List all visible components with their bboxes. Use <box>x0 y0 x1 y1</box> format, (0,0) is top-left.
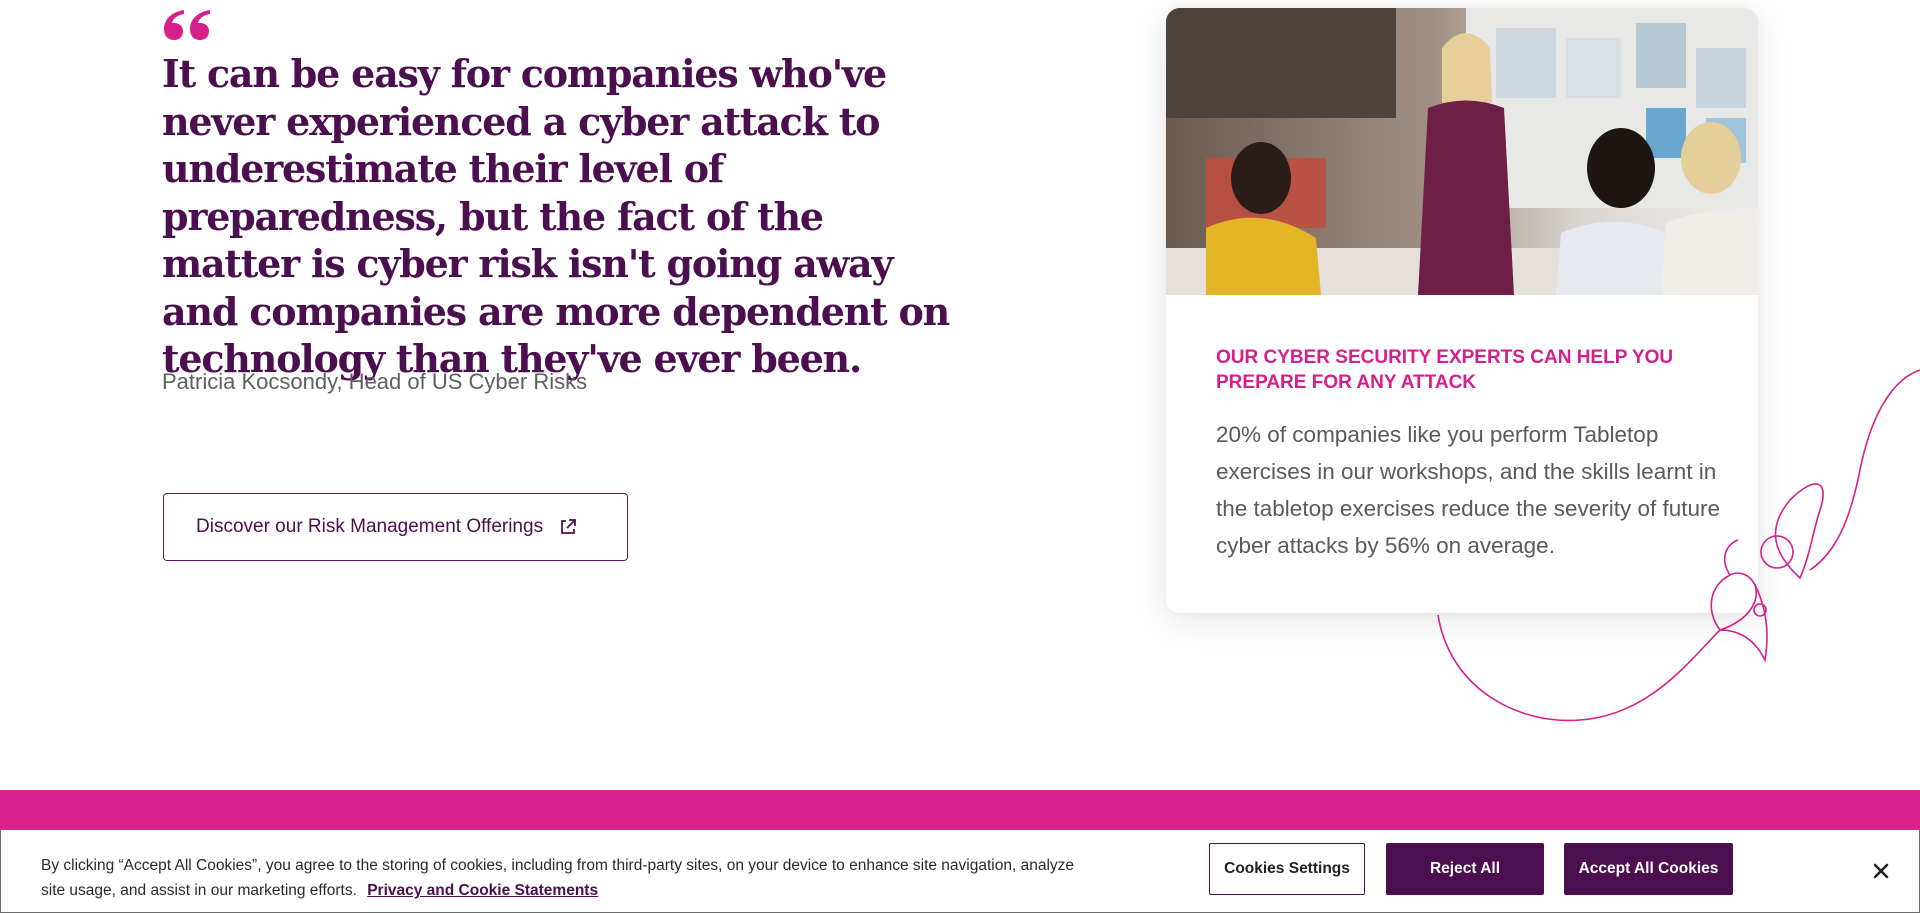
close-icon[interactable] <box>1869 859 1893 883</box>
quote-text: It can be easy for companies who've neve… <box>162 51 950 381</box>
cookies-settings-button[interactable]: Cookies Settings <box>1209 843 1365 895</box>
quote-icon <box>164 10 210 40</box>
footer-band <box>0 790 1920 830</box>
workshop-photo <box>1166 8 1758 295</box>
discover-risk-management-button[interactable]: Discover our Risk Management Offerings <box>163 493 628 561</box>
discover-button-label: Discover our Risk Management Offerings <box>196 516 544 537</box>
rocket-illustration <box>1437 369 1920 722</box>
privacy-cookie-link[interactable]: Privacy and Cookie Statements <box>367 882 598 899</box>
accept-all-cookies-button[interactable]: Accept All Cookies <box>1564 843 1733 895</box>
reject-all-button[interactable]: Reject All <box>1386 843 1544 895</box>
external-link-icon <box>559 518 577 536</box>
cookie-banner: By clicking “Accept All Cookies”, you ag… <box>0 829 1920 913</box>
cookie-notice: By clicking “Accept All Cookies”, you ag… <box>41 853 1081 903</box>
quote-attribution: Patricia Kocsondy, Head of US Cyber Risk… <box>162 369 588 394</box>
